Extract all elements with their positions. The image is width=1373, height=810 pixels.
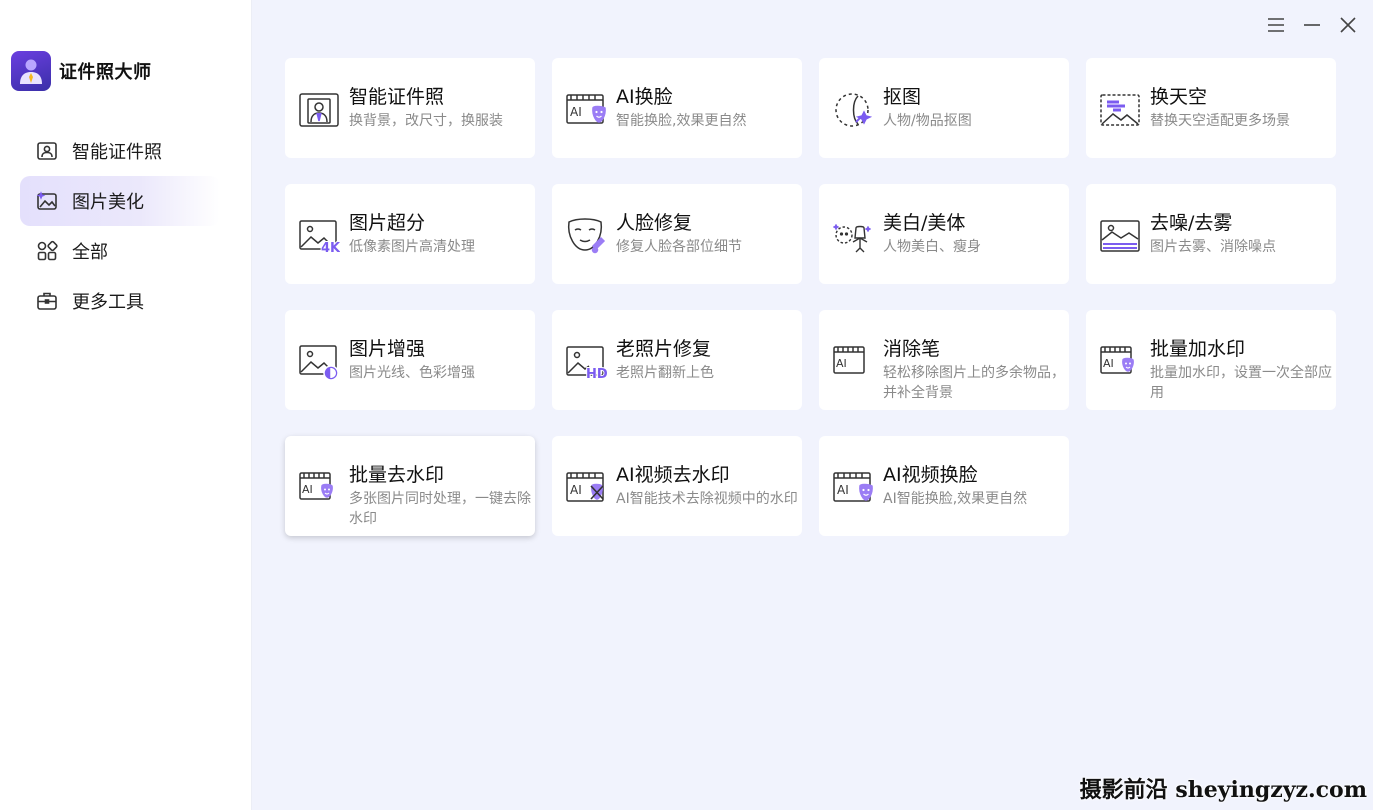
- sidebar-item-all[interactable]: 全部: [20, 226, 220, 276]
- sidebar-item-label: 全部: [72, 242, 108, 263]
- svg-text:4K: 4K: [321, 241, 340, 254]
- tool-title: 人脸修复: [616, 212, 693, 234]
- site-watermark: 摄影前沿 sheyingzyz.com: [1079, 777, 1367, 803]
- tool-title: AI换脸: [616, 86, 673, 108]
- tool-card-super-resolution[interactable]: 4K 图片超分 低像素图片高清处理: [285, 184, 535, 284]
- old-photo-icon: HD: [564, 340, 608, 384]
- svg-text:AI: AI: [570, 483, 582, 497]
- minimize-icon[interactable]: [1301, 14, 1323, 36]
- tool-desc: AI智能换脸,效果更自然: [883, 491, 1028, 507]
- tool-title: 老照片修复: [616, 338, 712, 360]
- tool-desc: 替换天空适配更多场景: [1150, 113, 1290, 129]
- svg-text:HD: HD: [586, 367, 607, 380]
- cutout-icon: [831, 88, 875, 132]
- tool-title: 抠图: [883, 86, 922, 108]
- tool-card-sky-replace[interactable]: 换天空 替换天空适配更多场景: [1086, 58, 1336, 158]
- video-face-swap-icon: AI: [831, 466, 875, 510]
- sidebar-item-label: 智能证件照: [72, 142, 162, 163]
- app-name: 证件照大师: [59, 62, 152, 83]
- tool-card-whiten-body[interactable]: 美白/美体 人物美白、瘦身: [819, 184, 1069, 284]
- tool-title: 图片增强: [349, 338, 426, 360]
- whiten-body-icon: [831, 214, 875, 258]
- tool-card-old-photo[interactable]: HD 老照片修复 老照片翻新上色: [552, 310, 802, 410]
- sidebar-item-more-tools[interactable]: 更多工具: [20, 276, 220, 326]
- close-icon[interactable]: [1337, 14, 1359, 36]
- batch-watermark-icon: AI: [1098, 340, 1142, 384]
- tool-title: AI视频换脸: [883, 464, 978, 486]
- sidebar-item-label: 更多工具: [72, 292, 144, 313]
- tool-title: 智能证件照: [349, 86, 445, 108]
- sidebar-nav: 智能证件照 图片美化 全部 更多工具: [20, 126, 220, 326]
- tool-desc: 多张图片同时处理，一键去除水印: [349, 491, 531, 527]
- tool-title: 换天空: [1150, 86, 1208, 108]
- tool-card-face-repair[interactable]: 人脸修复 修复人脸各部位细节: [552, 184, 802, 284]
- tool-desc: 人物美白、瘦身: [883, 239, 981, 255]
- tool-desc: 图片去雾、消除噪点: [1150, 239, 1276, 255]
- tool-title: 消除笔: [883, 338, 941, 360]
- tool-grid: 智能证件照 换背景，改尺寸，换服装 AI AI换脸 智能换脸,效果更自然 抠图 …: [285, 58, 1336, 536]
- eraser-icon: AI: [831, 340, 875, 384]
- tool-desc: 老照片翻新上色: [616, 365, 714, 381]
- svg-text:AI: AI: [302, 483, 313, 496]
- svg-text:AI: AI: [837, 483, 849, 497]
- batch-remove-watermark-icon: AI: [297, 466, 341, 510]
- tool-desc: 批量加水印，设置一次全部应用: [1150, 365, 1332, 401]
- tool-card-cutout[interactable]: 抠图 人物/物品抠图: [819, 58, 1069, 158]
- tool-desc: 低像素图片高清处理: [349, 239, 475, 255]
- toolbox-icon: [36, 290, 58, 312]
- app-logo-icon: [11, 51, 51, 91]
- all-apps-icon: [36, 240, 58, 262]
- enhance-icon: [297, 340, 341, 384]
- app-window: 证件照大师 智能证件照 图片美化 全部 更多工具 智能证件照 换背景，改尺寸，换…: [0, 0, 1373, 810]
- tool-desc: 人物/物品抠图: [883, 113, 972, 129]
- tool-title: 美白/美体: [883, 212, 966, 234]
- tool-card-batch-watermark[interactable]: AI 批量加水印 批量加水印，设置一次全部应用: [1086, 310, 1336, 410]
- tool-card-enhance[interactable]: 图片增强 图片光线、色彩增强: [285, 310, 535, 410]
- tool-title: 去噪/去雾: [1150, 212, 1233, 234]
- sidebar-item-id-photo[interactable]: 智能证件照: [20, 126, 220, 176]
- sidebar-item-image-beautify[interactable]: 图片美化: [20, 176, 220, 226]
- tool-card-video-remove-watermark[interactable]: AI AI视频去水印 AI智能技术去除视频中的水印: [552, 436, 802, 536]
- ai-face-swap-icon: AI: [564, 88, 608, 132]
- sidebar: 证件照大师 智能证件照 图片美化 全部 更多工具: [0, 0, 252, 810]
- tool-desc: 换背景，改尺寸，换服装: [349, 113, 503, 129]
- id-photo-icon: [36, 140, 58, 162]
- window-controls: [1265, 14, 1359, 36]
- svg-text:AI: AI: [1103, 357, 1114, 370]
- tool-desc: 修复人脸各部位细节: [616, 239, 742, 255]
- tool-card-batch-remove-watermark[interactable]: AI 批量去水印 多张图片同时处理，一键去除水印: [285, 436, 535, 536]
- id-photo-icon: [297, 88, 341, 132]
- tool-card-ai-face-swap[interactable]: AI AI换脸 智能换脸,效果更自然: [552, 58, 802, 158]
- tool-desc: 智能换脸,效果更自然: [616, 113, 747, 129]
- tool-title: 批量去水印: [349, 464, 445, 486]
- tool-card-eraser[interactable]: AI 消除笔 轻松移除图片上的多余物品，并补全背景: [819, 310, 1069, 410]
- sidebar-item-label: 图片美化: [72, 192, 144, 213]
- denoise-icon: [1098, 214, 1142, 258]
- svg-text:AI: AI: [836, 357, 847, 370]
- tool-desc: 轻松移除图片上的多余物品，并补全背景: [883, 365, 1065, 401]
- tool-card-video-face-swap[interactable]: AI AI视频换脸 AI智能换脸,效果更自然: [819, 436, 1069, 536]
- svg-text:AI: AI: [570, 105, 582, 119]
- tool-card-denoise[interactable]: 去噪/去雾 图片去雾、消除噪点: [1086, 184, 1336, 284]
- menu-icon[interactable]: [1265, 14, 1287, 36]
- tool-card-id-photo[interactable]: 智能证件照 换背景，改尺寸，换服装: [285, 58, 535, 158]
- tool-title: 图片超分: [349, 212, 426, 234]
- video-remove-watermark-icon: AI: [564, 466, 608, 510]
- face-repair-icon: [564, 214, 608, 258]
- sky-replace-icon: [1098, 88, 1142, 132]
- tool-desc: 图片光线、色彩增强: [349, 365, 475, 381]
- tool-desc: AI智能技术去除视频中的水印: [616, 491, 798, 507]
- image-beautify-icon: [36, 190, 58, 212]
- tool-title: AI视频去水印: [616, 464, 730, 486]
- tool-title: 批量加水印: [1150, 338, 1246, 360]
- brand: 证件照大师: [11, 51, 152, 91]
- main-content: 智能证件照 换背景，改尺寸，换服装 AI AI换脸 智能换脸,效果更自然 抠图 …: [252, 0, 1373, 810]
- super-resolution-icon: 4K: [297, 214, 341, 258]
